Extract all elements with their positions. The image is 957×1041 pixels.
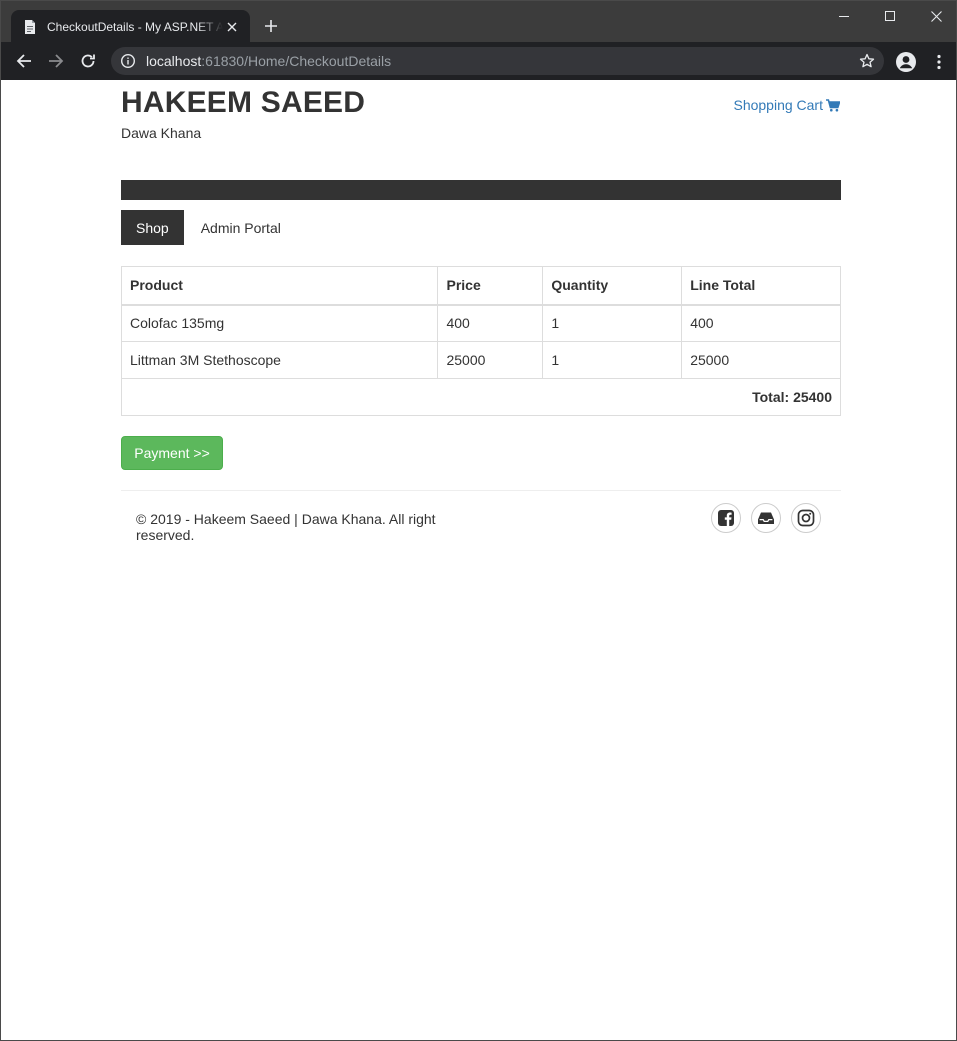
forward-button[interactable] — [44, 49, 68, 73]
shopping-cart-label: Shopping Cart — [733, 97, 823, 113]
line-total-cell: 400 — [681, 304, 841, 342]
order-total: Total: 25400 — [121, 378, 841, 416]
tab-title: CheckoutDetails - My ASP.NET Application — [47, 19, 223, 34]
footer-divider — [121, 490, 841, 491]
total-row: Total: 25400 — [121, 378, 841, 416]
minimize-button[interactable] — [821, 1, 867, 31]
instagram-icon[interactable] — [791, 503, 821, 533]
browser-toolbar: localhost:61830/Home/CheckoutDetails — [0, 42, 957, 80]
address-bar[interactable]: localhost:61830/Home/CheckoutDetails — [111, 47, 884, 75]
cart-icon — [826, 98, 840, 112]
payment-button[interactable]: Payment >> — [121, 436, 223, 470]
page-content: HAKEEM SAEED Dawa Khana Shopping Cart Sh… — [0, 80, 957, 1041]
column-header-product: Product — [120, 266, 439, 306]
url-host: localhost — [146, 53, 202, 69]
browser-tab[interactable]: CheckoutDetails - My ASP.NET Application — [11, 10, 250, 43]
quantity-cell: 1 — [542, 341, 683, 379]
url-text: localhost:61830/Home/CheckoutDetails — [146, 53, 391, 69]
column-header-price: Price — [437, 266, 544, 306]
copyright-text: © 2019 - Hakeem Saeed | Dawa Khana. All … — [136, 511, 436, 543]
price-cell: 400 — [437, 304, 544, 342]
profile-avatar-icon[interactable] — [895, 51, 917, 73]
browser-tabstrip: CheckoutDetails - My ASP.NET Application — [0, 0, 957, 43]
line-total-cell: 25000 — [681, 341, 841, 379]
close-icon[interactable] — [225, 19, 240, 35]
brand-title: HAKEEM SAEED — [121, 86, 366, 119]
product-cell: Littman 3M Stethoscope — [120, 341, 439, 379]
back-button[interactable] — [12, 49, 36, 73]
info-icon[interactable] — [120, 53, 136, 69]
table-row: Littman 3M Stethoscope 25000 1 25000 — [120, 341, 841, 379]
price-cell: 25000 — [437, 341, 544, 379]
reload-button[interactable] — [76, 49, 100, 73]
column-header-line-total: Line Total — [681, 266, 841, 306]
maximize-button[interactable] — [867, 1, 913, 31]
facebook-icon[interactable] — [711, 503, 741, 533]
quantity-cell: 1 — [542, 304, 683, 342]
inbox-icon[interactable] — [751, 503, 781, 533]
navbar-strip — [121, 180, 841, 200]
page-icon — [22, 19, 38, 35]
column-header-quantity: Quantity — [542, 266, 683, 306]
table-row: Colofac 135mg 400 1 400 — [120, 304, 841, 342]
main-nav: Shop Admin Portal — [121, 210, 298, 245]
window-close-button[interactable] — [913, 1, 957, 31]
table-header-row: Product Price Quantity Line Total — [120, 266, 841, 306]
url-path: :61830/Home/CheckoutDetails — [201, 53, 392, 69]
nav-item-shop[interactable]: Shop — [121, 210, 184, 245]
product-cell: Colofac 135mg — [120, 304, 439, 342]
browser-menu-icon[interactable] — [931, 51, 947, 73]
brand-subtitle: Dawa Khana — [121, 125, 202, 141]
nav-item-admin-portal[interactable]: Admin Portal — [184, 210, 298, 245]
new-tab-button[interactable] — [261, 16, 281, 36]
bookmark-star-icon[interactable] — [859, 53, 875, 69]
shopping-cart-link[interactable]: Shopping Cart — [733, 97, 840, 113]
checkout-table: Product Price Quantity Line Total Colofa… — [120, 266, 841, 416]
